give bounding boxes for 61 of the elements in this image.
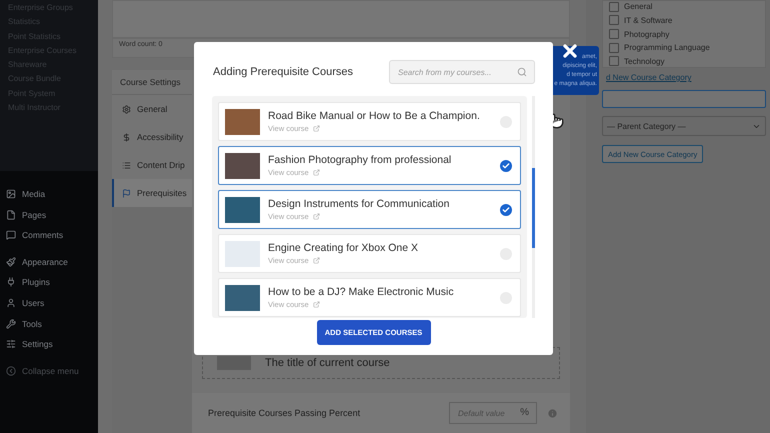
add-category-link[interactable]: d New Course Category [606,73,766,82]
tab-icon [122,104,131,114]
sidebar-item[interactable]: Pages [6,208,98,222]
external-link-icon [312,301,320,308]
search-icon [517,67,527,77]
menu-icon [6,256,16,267]
course-title: Engine Creating for Xbox One X [268,242,420,254]
select-circle[interactable] [500,160,512,172]
sidebar-item[interactable]: Comments [6,228,98,242]
sidebar-item[interactable]: Collapse menu [6,364,98,378]
menu-icon [6,277,16,288]
menu-icon [6,318,16,329]
external-link-icon [312,125,320,132]
menu-icon [6,230,16,240]
sidebar-item[interactable]: Media [6,187,98,201]
settings-tab[interactable]: Accessibility [112,123,192,151]
photo-placeholder [225,196,260,222]
parent-category-select[interactable]: — Parent Category — [602,116,766,136]
settings-tab[interactable]: Content Drip [112,151,192,179]
category-checkbox[interactable]: Programming Language [609,42,759,54]
sidebar-item[interactable]: Appearance [6,254,98,269]
tab-icon [122,132,131,142]
percent-suffix: % [520,407,529,418]
category-checkbox[interactable]: Photography [609,28,759,40]
panel-title: Course Settings [112,70,192,95]
category-name-input[interactable] [602,90,766,108]
sidebar-item[interactable]: Settings [6,337,98,352]
category-checkbox[interactable]: General [609,1,759,12]
tab-icon [122,188,131,198]
thumbnail-placeholder [217,356,251,370]
photo-placeholder [225,108,260,134]
external-link-icon [312,257,320,264]
photo-placeholder [225,284,260,310]
menu-icon [6,366,16,376]
menu-icon [6,210,16,220]
photo-placeholder [225,152,260,178]
settings-tab[interactable]: Prerequisites [112,179,192,207]
course-title: How to be a DJ? Make Electronic Music [268,286,455,298]
select-circle[interactable] [500,204,512,216]
sidebar-item[interactable]: Tools [6,316,98,331]
current-course-title: The title of current course [265,357,390,369]
search-field[interactable]: Search from my courses... [389,60,535,84]
menu-icon [6,339,16,350]
course-title: Road Bike Manual or How to Be a Champion. [268,110,481,122]
sidebar-item[interactable]: Users [6,296,98,310]
category-checkbox[interactable]: Technology [609,56,759,67]
course-title: Fashion Photography from professional [268,154,452,166]
info-icon[interactable] [547,408,558,418]
sidebar-item[interactable]: Plugins [6,275,98,290]
photo-placeholder [225,240,260,266]
modal-title: Adding Prerequisite Courses [213,66,354,78]
scrollbar[interactable] [532,96,535,318]
external-link-icon [312,169,320,176]
passing-percent-label: Prerequisite Courses Passing Percent [208,408,362,418]
external-link-icon [312,213,320,220]
tab-icon [122,160,131,170]
category-checkbox[interactable]: IT & Software [609,14,759,26]
course-title: Design Instruments for Communication [268,198,450,210]
menu-icon [6,298,16,308]
settings-tab[interactable]: General [112,95,192,123]
menu-icon [6,189,16,199]
